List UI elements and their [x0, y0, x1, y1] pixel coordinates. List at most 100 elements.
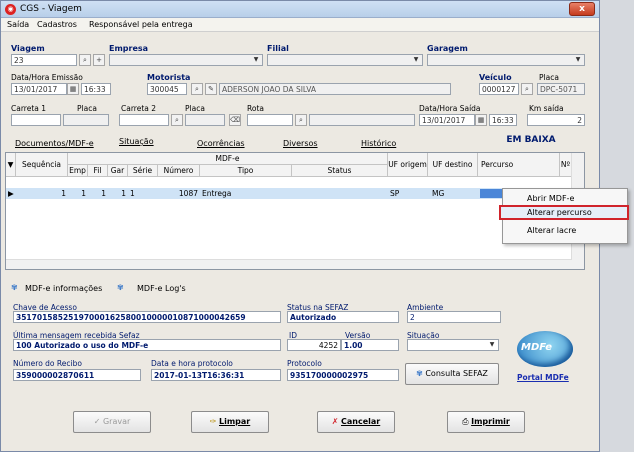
viagem-search-icon[interactable]: ⌕: [79, 54, 91, 66]
col-uf-origem[interactable]: UF origem: [388, 153, 428, 177]
viagem-new-icon[interactable]: +: [93, 54, 105, 66]
row-indicator-icon: ▶: [8, 189, 14, 198]
menu-saida[interactable]: Saída: [7, 20, 29, 29]
menu-item-alterar-lacre[interactable]: Alterar lacre: [527, 226, 576, 235]
viagem-field[interactable]: 23: [11, 54, 77, 66]
motorista-search-icon[interactable]: ⌕: [191, 83, 203, 95]
limpar-button[interactable]: ✑ Limpar: [191, 411, 269, 433]
col-percurso[interactable]: Percurso: [478, 153, 560, 177]
broom-icon: ✑: [209, 417, 217, 426]
col-sequencia[interactable]: Sequência: [16, 153, 68, 177]
rota-search-icon[interactable]: ⌕: [295, 114, 307, 126]
col-status[interactable]: Status: [292, 165, 388, 177]
cell-fil: 1: [101, 189, 106, 198]
close-button[interactable]: x: [569, 2, 595, 16]
motorista-label: Motorista: [147, 73, 191, 82]
saida-label: Data/Hora Saída: [419, 104, 481, 113]
chave-field: 3517015852519700016258001000001087100004…: [13, 311, 281, 323]
gear-icon-logs: ✾: [117, 283, 124, 292]
situacao-chevron-down-icon[interactable]: ▼: [487, 340, 497, 350]
col-tipo[interactable]: Tipo: [200, 165, 292, 177]
filial-select[interactable]: [267, 54, 423, 66]
carreta2-search-icon[interactable]: ⌕: [171, 114, 183, 126]
cell-gar: 1: [121, 189, 126, 198]
empresa-label: Empresa: [109, 44, 149, 53]
subtab-logs[interactable]: ✾ MDF-e Log's: [117, 282, 197, 296]
menu-cadastros[interactable]: Cadastros: [37, 20, 77, 29]
menu-item-abrir-mdfe[interactable]: Abrir MDF-e: [527, 194, 574, 203]
status-sefaz-field: Autorizado: [287, 311, 399, 323]
placa-label: Placa: [539, 73, 559, 82]
empresa-select[interactable]: [109, 54, 263, 66]
menu-item-alterar-percurso[interactable]: Alterar percurso: [527, 208, 592, 217]
km-field[interactable]: 2: [527, 114, 585, 126]
subtab-info[interactable]: ✾ MDF-e informações: [9, 282, 109, 296]
situacao-select[interactable]: [407, 339, 499, 351]
motorista-name-field: ADERSON JOAO DA SILVA: [219, 83, 451, 95]
veiculo-code-field[interactable]: 0000127: [479, 83, 519, 95]
rota-code-field[interactable]: [247, 114, 293, 126]
window-title: CGS - Viagem: [20, 4, 82, 14]
veiculo-search-icon[interactable]: ⌕: [521, 83, 533, 95]
placa-field: DPC-5071: [537, 83, 585, 95]
saida-time-field[interactable]: 16:33: [489, 114, 517, 126]
tab-historico[interactable]: Histórico: [361, 139, 396, 148]
placa2-field: [185, 114, 225, 126]
subtab-logs-label: MDF-e Log's: [137, 284, 186, 293]
carreta1-label: Carreta 1: [11, 104, 47, 113]
imprimir-button[interactable]: ⎙ Imprimir: [447, 411, 525, 433]
filial-chevron-down-icon[interactable]: ▼: [411, 55, 421, 65]
saida-date-field[interactable]: 13/01/2017: [419, 114, 475, 126]
placa1-field: [63, 114, 109, 126]
title-bar: ◉ CGS - Viagem x: [1, 1, 599, 18]
filial-label: Filial: [267, 44, 289, 53]
carreta2-label: Carreta 2: [121, 104, 157, 113]
tab-ocorrencias[interactable]: Ocorrências: [197, 139, 245, 148]
emissao-time-field[interactable]: 16:33: [81, 83, 111, 95]
menu-responsavel[interactable]: Responsável pela entrega: [89, 20, 193, 29]
veiculo-label: Veículo: [479, 73, 512, 82]
garagem-select[interactable]: [427, 54, 585, 66]
col-gar[interactable]: Gar: [108, 165, 128, 177]
calendar-icon[interactable]: ▦: [67, 83, 79, 95]
horizontal-scrollbar[interactable]: [6, 259, 572, 269]
col-uf-destino[interactable]: UF destino: [428, 153, 478, 177]
versao-field: 1.00: [341, 339, 399, 351]
consulta-sefaz-button[interactable]: ✾ Consulta SEFAZ: [405, 363, 499, 385]
carreta2-field[interactable]: [119, 114, 169, 126]
col-emp[interactable]: Emp: [68, 165, 88, 177]
mdfe-grid[interactable]: ▼ Sequência MDF-e Emp Fil Gar Série Núme…: [5, 152, 585, 270]
garagem-chevron-down-icon[interactable]: ▼: [573, 55, 583, 65]
gravar-button[interactable]: ✓ Gravar: [73, 411, 151, 433]
tab-situacao[interactable]: Situação: [119, 137, 154, 146]
carreta1-field[interactable]: [11, 114, 61, 126]
protocolo-dt-field: 2017-01-13T16:36:31: [151, 369, 281, 381]
tab-documentos[interactable]: Documentos/MDF-e: [15, 139, 94, 148]
cell-emp: 1: [81, 189, 86, 198]
id-field: 4252: [287, 339, 341, 351]
mdfe-logo-text: MDFe: [521, 342, 553, 353]
portal-mdfe-link[interactable]: Portal MDFe: [517, 373, 569, 382]
erase-icon[interactable]: ⌫: [229, 114, 241, 126]
cancelar-button[interactable]: ✗ Cancelar: [317, 411, 395, 433]
col-fil[interactable]: Fil: [88, 165, 108, 177]
tab-diversos[interactable]: Diversos: [283, 139, 318, 148]
status-badge: EM BAIXA: [506, 135, 556, 145]
emissao-date-field[interactable]: 13/01/2017: [11, 83, 67, 95]
empresa-chevron-down-icon[interactable]: ▼: [251, 55, 261, 65]
calendar-icon-saida[interactable]: ▦: [475, 114, 487, 126]
protocolo-dt-label: Data e hora protocolo: [151, 359, 233, 368]
menu-bar: Saída Cadastros Responsável pela entrega: [1, 18, 599, 32]
cell-seq: 1: [61, 189, 66, 198]
motorista-code-field[interactable]: 300045: [147, 83, 187, 95]
placa2-label: Placa: [185, 104, 205, 113]
recibo-field: 359000002870611: [13, 369, 141, 381]
x-icon: ✗: [331, 417, 339, 426]
cell-uf-origem: SP: [390, 189, 400, 198]
imprimir-label: Imprimir: [471, 417, 510, 426]
col-numero[interactable]: Número: [158, 165, 200, 177]
ultima-msg-field: 100 Autorizado o uso do MDF-e: [13, 339, 281, 351]
col-serie[interactable]: Série: [128, 165, 158, 177]
cell-uf-destino: MG: [432, 189, 445, 198]
motorista-photo-icon[interactable]: ✎: [205, 83, 217, 95]
